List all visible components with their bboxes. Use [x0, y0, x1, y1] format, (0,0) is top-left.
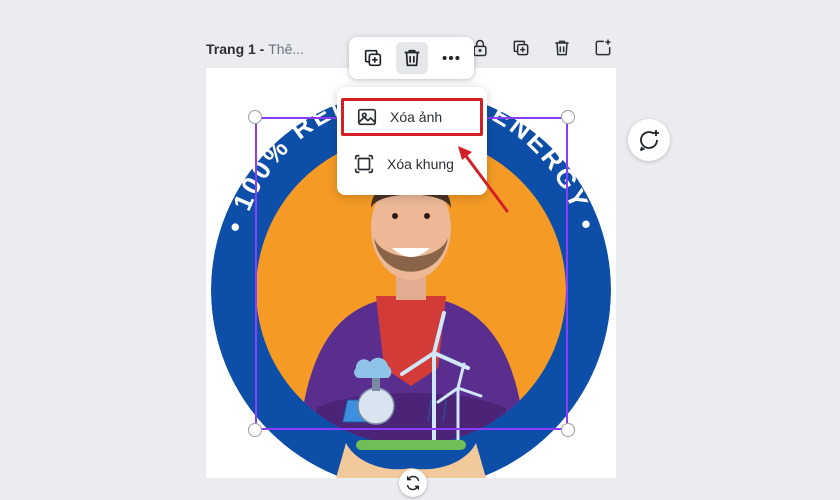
delete-page-button[interactable] [548, 36, 576, 60]
resize-handle-bottom-right[interactable] [561, 423, 575, 437]
add-page-icon [595, 39, 611, 56]
page-header[interactable]: Trang 1 - Thê... [206, 40, 304, 58]
trash-icon [404, 49, 419, 67]
menu-item-label: Xóa ảnh [390, 109, 443, 125]
eye-left [392, 213, 398, 219]
menu-item-delete-image[interactable]: Xóa ảnh [341, 98, 483, 136]
resize-handle-bottom-left[interactable] [248, 423, 262, 437]
duplicate-page-icon [513, 40, 529, 56]
rotate-icon [406, 475, 420, 491]
delete-menu: Xóa ảnh Xóa khung [337, 87, 487, 195]
element-toolbar [349, 37, 474, 79]
duplicate-icon [364, 49, 381, 67]
rotate-button[interactable] [399, 469, 427, 497]
duplicate-button[interactable] [357, 42, 389, 74]
frame-icon [354, 154, 374, 174]
add-page-button[interactable] [589, 36, 617, 60]
image-icon [357, 108, 377, 126]
resize-handle-top-left[interactable] [248, 110, 262, 124]
add-comment-button[interactable] [628, 119, 670, 161]
menu-item-label: Xóa khung [387, 156, 454, 172]
trash-icon [555, 40, 569, 56]
menu-item-delete-frame[interactable]: Xóa khung [341, 145, 483, 183]
page-title[interactable]: Thê... [268, 41, 304, 57]
delete-button[interactable] [395, 42, 428, 74]
add-comment-icon [640, 130, 659, 151]
more-icon [442, 55, 459, 61]
duplicate-page-button[interactable] [507, 36, 535, 60]
eye-right [424, 213, 430, 219]
resize-handle-top-right[interactable] [561, 110, 575, 124]
page-actions [466, 36, 630, 60]
page-name: Trang 1 - [206, 41, 269, 57]
more-options-button[interactable] [435, 42, 467, 74]
